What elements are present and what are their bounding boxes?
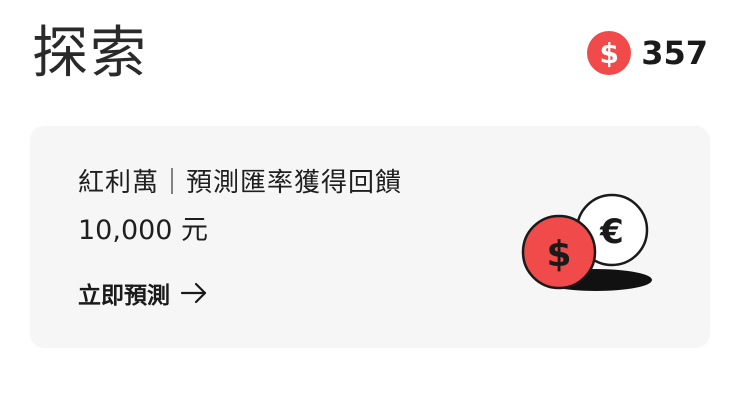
balance-amount: 357	[641, 34, 708, 72]
dollar-coin-icon: $	[587, 31, 632, 75]
arrow-right-icon	[180, 282, 207, 304]
promo-title: 紅利萬｜預測匯率獲得回饋	[78, 168, 403, 198]
euro-symbol: €	[599, 212, 624, 252]
coins-illustration: € $	[521, 193, 652, 291]
promo-amount: 10,000 元	[78, 215, 209, 246]
predict-now-link[interactable]: 立即預測	[78, 276, 208, 310]
predict-now-label: 立即預測	[78, 283, 170, 309]
promo-card[interactable]: 紅利萬｜預測匯率獲得回饋 10,000 元 立即預測 € $	[30, 126, 710, 348]
dollar-coin-icon: $	[521, 214, 597, 290]
coin-symbol: $	[599, 36, 619, 70]
page-title: 探索	[32, 21, 148, 86]
coin-balance[interactable]: $ 357	[587, 31, 708, 75]
dollar-symbol: $	[546, 234, 571, 275]
